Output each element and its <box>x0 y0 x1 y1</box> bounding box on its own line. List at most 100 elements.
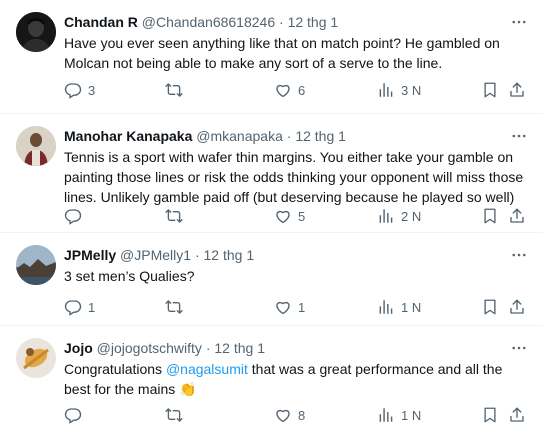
avatar[interactable] <box>16 338 56 378</box>
like-button[interactable]: 5 <box>274 206 305 226</box>
tweet[interactable]: Jojo @jojogotschwifty · 12 thg 1 Congrat… <box>0 326 543 433</box>
reply-button[interactable] <box>64 206 88 226</box>
more-icon[interactable] <box>509 245 529 265</box>
avatar[interactable] <box>16 126 56 166</box>
separator-dot: · <box>279 14 284 30</box>
clapping-emoji: 👏 <box>179 381 197 397</box>
tweet-header: JPMelly @JPMelly1 · 12 thg 1 <box>64 245 503 265</box>
share-button[interactable] <box>508 206 526 226</box>
bookmark-icon <box>481 81 499 99</box>
like-button[interactable]: 8 <box>274 405 305 425</box>
more-icon[interactable] <box>509 126 529 146</box>
avatar-image <box>16 245 56 285</box>
user-handle[interactable]: @JPMelly1 <box>120 247 191 263</box>
action-bar: 5 2 N <box>64 206 531 226</box>
reply-count: 3 <box>88 82 96 98</box>
timestamp[interactable]: 12 thg 1 <box>214 340 265 356</box>
views-button[interactable]: 2 N <box>377 206 421 226</box>
reply-icon <box>64 406 82 424</box>
bookmark-button[interactable] <box>481 405 499 425</box>
timestamp[interactable]: 12 thg 1 <box>204 247 255 263</box>
views-count: 2 N <box>401 208 422 224</box>
views-button[interactable]: 1 N <box>377 297 421 317</box>
views-button[interactable]: 1 N <box>377 405 421 425</box>
reply-icon <box>64 81 82 99</box>
views-count: 1 N <box>401 407 422 423</box>
share-button[interactable] <box>508 405 526 425</box>
display-name[interactable]: Manohar Kanapaka <box>64 128 192 144</box>
tweet-header: Jojo @jojogotschwifty · 12 thg 1 <box>64 338 503 358</box>
reply-button[interactable]: 1 <box>64 297 95 317</box>
user-handle[interactable]: @mkanapaka <box>196 128 283 144</box>
more-icon[interactable] <box>509 338 529 358</box>
like-count: 5 <box>298 208 306 224</box>
tweet-text-prefix: Congratulations <box>64 361 166 377</box>
reply-icon <box>64 298 82 316</box>
views-count: 3 N <box>401 82 422 98</box>
avatar-image <box>16 12 56 52</box>
tweet-header: Chandan R @Chandan68618246 · 12 thg 1 <box>64 12 503 32</box>
like-button[interactable]: 6 <box>274 80 305 100</box>
bookmark-button[interactable] <box>481 206 499 226</box>
bookmark-icon <box>481 207 499 225</box>
heart-icon <box>274 298 292 316</box>
bookmark-icon <box>481 298 499 316</box>
repost-icon <box>165 207 183 225</box>
separator-dot: · <box>194 247 200 263</box>
timestamp[interactable]: 12 thg 1 <box>295 128 346 144</box>
user-handle[interactable]: @jojogotschwifty <box>97 340 202 356</box>
action-bar: 3 6 3 N <box>64 80 531 100</box>
share-icon <box>508 406 526 424</box>
avatar-image <box>16 338 56 378</box>
reply-button[interactable]: 3 <box>64 80 95 100</box>
action-bar: 1 1 1 N <box>64 297 531 317</box>
bookmark-icon <box>481 406 499 424</box>
tweet-text: Have you ever seen anything like that on… <box>64 35 500 71</box>
avatar[interactable] <box>16 12 56 52</box>
tweet[interactable]: JPMelly @JPMelly1 · 12 thg 1 3 set men’s… <box>0 233 543 326</box>
separator-dot: · <box>286 128 292 144</box>
repost-icon <box>165 406 183 424</box>
repost-icon <box>165 81 183 99</box>
views-icon <box>377 298 395 316</box>
timestamp[interactable]: 12 thg 1 <box>288 14 339 30</box>
user-handle[interactable]: @Chandan68618246 <box>142 14 275 30</box>
heart-icon <box>274 81 292 99</box>
reply-button[interactable] <box>64 405 88 425</box>
reply-count: 1 <box>88 299 96 315</box>
display-name[interactable]: Jojo <box>64 340 93 356</box>
repost-button[interactable] <box>165 297 189 317</box>
repost-icon <box>165 298 183 316</box>
share-button[interactable] <box>508 297 526 317</box>
tweet-header: Manohar Kanapaka @mkanapaka · 12 thg 1 <box>64 126 503 146</box>
avatar[interactable] <box>16 245 56 285</box>
views-icon <box>377 207 395 225</box>
mention-link[interactable]: @nagalsumit <box>166 361 248 377</box>
like-count: 1 <box>298 299 306 315</box>
views-icon <box>377 81 395 99</box>
share-icon <box>508 81 526 99</box>
action-bar: 8 1 N <box>64 405 531 425</box>
like-button[interactable]: 1 <box>274 297 305 317</box>
avatar-image <box>16 126 56 166</box>
bookmark-button[interactable] <box>481 297 499 317</box>
tweet[interactable]: Chandan R @Chandan68618246 · 12 thg 1 Ha… <box>0 0 543 114</box>
views-count: 1 N <box>401 299 422 315</box>
heart-icon <box>274 406 292 424</box>
tweet-text: 3 set men’s Qualies? <box>64 268 195 284</box>
bookmark-button[interactable] <box>481 80 499 100</box>
views-button[interactable]: 3 N <box>377 80 421 100</box>
display-name[interactable]: Chandan R <box>64 14 138 30</box>
repost-button[interactable] <box>165 405 189 425</box>
views-icon <box>377 406 395 424</box>
share-button[interactable] <box>508 80 526 100</box>
like-count: 6 <box>298 82 306 98</box>
repost-button[interactable] <box>165 80 189 100</box>
heart-icon <box>274 207 292 225</box>
repost-button[interactable] <box>165 206 189 226</box>
tweet-text: Tennis is a sport with wafer thin margin… <box>64 149 524 205</box>
more-icon[interactable] <box>509 12 529 32</box>
separator-dot: · <box>205 340 211 356</box>
tweet[interactable]: Manohar Kanapaka @mkanapaka · 12 thg 1 T… <box>0 114 543 233</box>
display-name[interactable]: JPMelly <box>64 247 116 263</box>
